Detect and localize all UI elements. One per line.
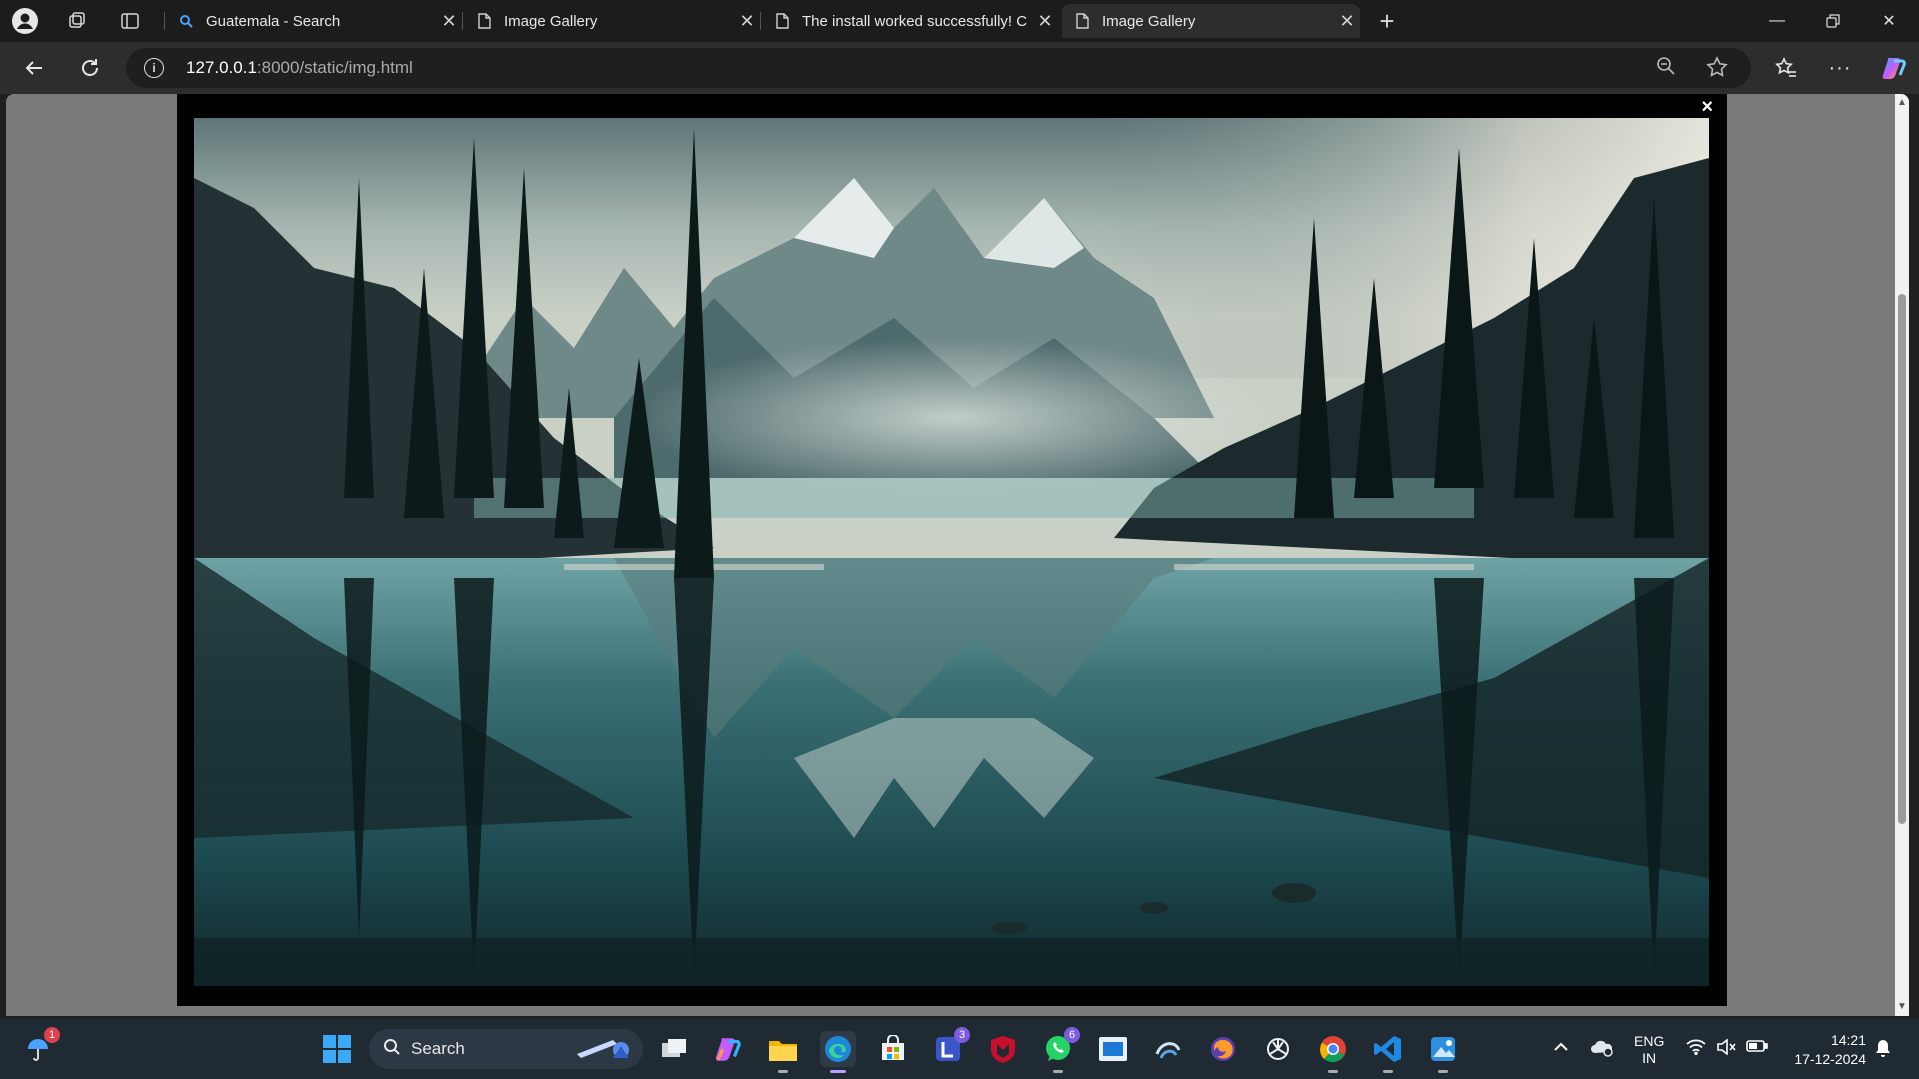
- task-view-icon[interactable]: [656, 1031, 692, 1067]
- scroll-down-icon[interactable]: ▼: [1897, 1002, 1907, 1012]
- minimize-icon[interactable]: —: [1754, 8, 1800, 34]
- search-label: Search: [411, 1039, 465, 1058]
- new-tab-icon[interactable]: +: [1374, 6, 1400, 36]
- active-indicator: [830, 1070, 846, 1073]
- wifi-icon[interactable]: [1686, 1039, 1706, 1058]
- zoom-out-icon[interactable]: [1656, 56, 1676, 82]
- scrollbar-thumb[interactable]: [1898, 294, 1906, 824]
- tab-guatemala-search[interactable]: Guatemala - Search ✕: [166, 4, 462, 38]
- file-explorer-icon[interactable]: [765, 1031, 801, 1073]
- tab-close-icon[interactable]: ✕: [1032, 11, 1058, 32]
- url-text[interactable]: 127.0.0.1:8000/static/img.html: [186, 58, 413, 78]
- favorite-star-icon[interactable]: [1706, 56, 1728, 84]
- clock-date: 17-12-2024: [1794, 1051, 1866, 1067]
- search-icon: [383, 1038, 401, 1061]
- close-window-icon[interactable]: ✕: [1866, 8, 1912, 34]
- page-viewport: × ▲ ▼: [6, 94, 1909, 1016]
- restore-icon[interactable]: [1810, 8, 1856, 34]
- favorites-icon[interactable]: [1770, 52, 1802, 84]
- weather-badge: 1: [44, 1027, 60, 1043]
- chatgpt-icon[interactable]: [1260, 1031, 1296, 1067]
- firefox-icon[interactable]: [1205, 1031, 1241, 1067]
- chrome-icon[interactable]: [1315, 1031, 1351, 1073]
- region-code: IN: [1642, 1050, 1657, 1066]
- tab-title: The install worked successfully! C: [802, 12, 1028, 30]
- running-indicator: [1053, 1070, 1063, 1073]
- scrollbar[interactable]: ▲ ▼: [1895, 94, 1909, 1016]
- taskbar-search[interactable]: Search: [369, 1029, 643, 1069]
- page-icon: [774, 13, 790, 29]
- scroll-up-icon[interactable]: ▲: [1897, 98, 1907, 108]
- url-path: :8000/static/img.html: [256, 58, 413, 77]
- lightbox-close-button[interactable]: ×: [1701, 96, 1713, 119]
- photos-icon[interactable]: [1425, 1031, 1461, 1073]
- mcafee-icon[interactable]: [985, 1031, 1021, 1067]
- more-menu-icon[interactable]: ···: [1824, 52, 1856, 84]
- copilot-icon[interactable]: [1878, 52, 1910, 84]
- address-bar[interactable]: i 127.0.0.1:8000/static/img.html: [126, 48, 1751, 88]
- page-icon: [1074, 13, 1090, 29]
- tab-image-gallery[interactable]: Image Gallery ✕: [464, 4, 760, 38]
- image-lightbox: ×: [177, 94, 1727, 1006]
- gallery-image[interactable]: [194, 118, 1709, 986]
- teams-icon[interactable]: 3: [930, 1027, 970, 1067]
- browser-toolbar: i 127.0.0.1:8000/static/img.html ···: [0, 42, 1919, 94]
- blue-app-icon[interactable]: [1095, 1031, 1131, 1067]
- search-highlight-icon: [573, 1034, 633, 1065]
- copilot-taskbar-icon[interactable]: [710, 1031, 746, 1067]
- weather-icon[interactable]: 1: [20, 1027, 60, 1067]
- url-host: 127.0.0.1: [186, 58, 257, 77]
- network-app-icon[interactable]: [1150, 1031, 1186, 1067]
- tab-close-icon[interactable]: ✕: [1334, 11, 1360, 32]
- search-icon: [178, 13, 194, 29]
- tab-install-worked[interactable]: The install worked successfully! C ✕: [762, 4, 1058, 38]
- vscode-icon[interactable]: [1370, 1031, 1406, 1073]
- page-icon: [476, 13, 492, 29]
- tab-strip: Guatemala - Search ✕ Image Gallery ✕ The…: [0, 0, 1919, 42]
- start-icon[interactable]: [319, 1031, 355, 1067]
- windows-taskbar: 1 Search 3 6 ENG IN 14:21 17-12-2024: [0, 1019, 1919, 1079]
- tab-image-gallery-active[interactable]: Image Gallery ✕: [1062, 4, 1360, 38]
- teams-badge: 3: [954, 1027, 970, 1043]
- whatsapp-icon[interactable]: 6: [1040, 1027, 1080, 1073]
- tab-title: Guatemala - Search: [206, 12, 341, 30]
- vertical-tabs-icon[interactable]: [117, 8, 143, 34]
- edge-icon[interactable]: [820, 1031, 856, 1073]
- tab-title: Image Gallery: [1102, 12, 1196, 30]
- site-info-icon[interactable]: i: [144, 58, 164, 78]
- microsoft-store-icon[interactable]: [875, 1031, 911, 1067]
- running-indicator: [1328, 1070, 1338, 1073]
- language-indicator[interactable]: ENG IN: [1634, 1033, 1664, 1067]
- running-indicator: [1383, 1070, 1393, 1073]
- running-indicator: [778, 1070, 788, 1073]
- notification-bell-icon[interactable]: [1874, 1039, 1892, 1062]
- running-indicator: [1438, 1070, 1448, 1073]
- workspaces-icon[interactable]: [64, 8, 90, 34]
- tab-close-icon[interactable]: ✕: [734, 11, 760, 32]
- tab-close-icon[interactable]: ✕: [436, 11, 462, 32]
- language-code: ENG: [1634, 1033, 1665, 1049]
- refresh-icon[interactable]: [74, 52, 106, 84]
- back-icon[interactable]: [18, 52, 50, 84]
- onedrive-icon[interactable]: [1590, 1037, 1614, 1060]
- clock[interactable]: 14:21 17-12-2024: [1786, 1031, 1866, 1069]
- clock-time: 14:21: [1830, 1032, 1866, 1048]
- profile-avatar[interactable]: [12, 8, 38, 34]
- battery-icon[interactable]: [1746, 1039, 1768, 1056]
- tray-overflow-icon[interactable]: [1553, 1039, 1569, 1055]
- whatsapp-badge: 6: [1064, 1027, 1080, 1043]
- tab-title: Image Gallery: [504, 12, 598, 30]
- volume-muted-icon[interactable]: [1716, 1038, 1736, 1058]
